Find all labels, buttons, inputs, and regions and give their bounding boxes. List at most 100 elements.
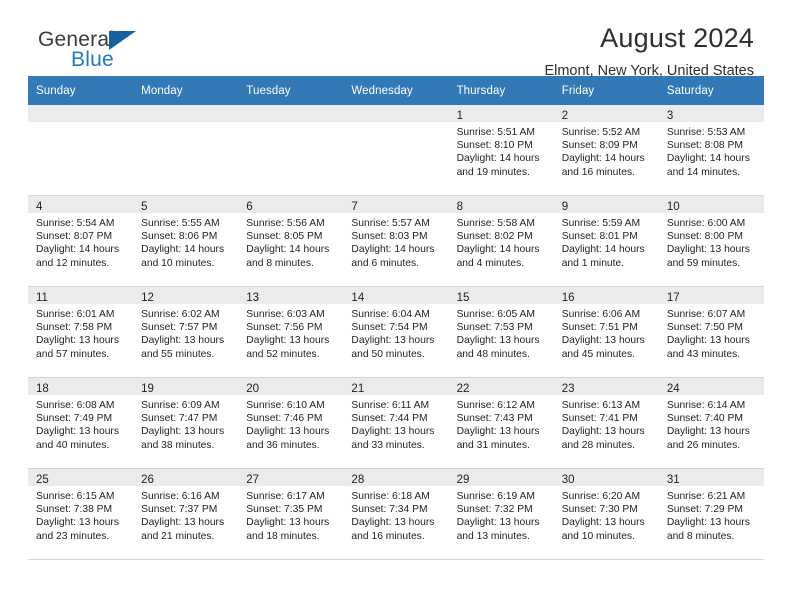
day-cell-content: 13 Sunrise: 6:03 AM Sunset: 7:56 PM Dayligh… [238,287,344,377]
calendar-day-cell[interactable]: 18 Sunrise: 6:08 AM Sunset: 7:49 PM Dayligh… [28,377,134,469]
day-event-line: Sunrise: 6:03 AM [246,309,325,320]
day-event-line: Daylight: 13 hours [666,426,750,438]
calendar-day-cell[interactable]: 17 Sunrise: 6:07 AM Sunset: 7:50 PM Dayligh… [658,286,764,378]
day-number-strip [343,105,449,122]
day-number-strip: 15 [448,287,554,304]
calendar-day-cell[interactable]: 1 Sunrise: 5:51 AM Sunset: 8:10 PM Daylight… [448,105,554,196]
day-cell-content [238,105,344,195]
day-cell-content: 1 Sunrise: 5:51 AM Sunset: 8:10 PM Daylight… [448,105,554,195]
day-event-line: and 4 minutes. [456,257,525,269]
day-event-line: Sunset: 8:09 PM [561,140,638,152]
calendar-day-cell[interactable]: 8 Sunrise: 5:58 AM Sunset: 8:02 PM Daylight… [448,195,554,287]
day-number-strip: 13 [238,287,344,304]
day-event-line: and 26 minutes. [666,439,741,451]
calendar-day-cell[interactable]: 5 Sunrise: 5:55 AM Sunset: 8:06 PM Daylight… [133,195,239,287]
day-number-strip: 22 [448,378,554,395]
day-event-line: Sunrise: 5:54 AM [36,218,115,229]
calendar-day-cell[interactable]: 31 Sunrise: 6:21 AM Sunset: 7:29 PM Dayligh… [658,468,764,560]
day-event-line: Daylight: 13 hours [141,426,225,438]
calendar-day-cell[interactable] [133,105,239,196]
day-events: Sunrise: 6:17 AM Sunset: 7:35 PM Daylight:… [238,486,343,543]
day-event-line: and 59 minutes. [666,257,741,269]
day-event-line: and 45 minutes. [561,348,635,360]
day-event-line: Daylight: 14 hours [246,244,330,256]
day-cell-content: 10 Sunrise: 6:00 AM Sunset: 8:00 PM Dayligh… [658,196,764,286]
day-event-line: Sunrise: 6:10 AM [246,400,325,411]
calendar-day-cell[interactable]: 11 Sunrise: 6:01 AM Sunset: 7:58 PM Dayligh… [28,286,134,378]
calendar-week-row: 4 Sunrise: 5:54 AM Sunset: 8:07 PM Daylight… [28,195,764,287]
calendar-day-cell[interactable]: 27 Sunrise: 6:17 AM Sunset: 7:35 PM Dayligh… [238,468,344,560]
calendar-day-cell[interactable] [28,105,134,196]
day-number-strip: 24 [658,378,764,395]
day-event-line: Sunrise: 6:18 AM [351,491,430,502]
day-number-strip: 27 [238,469,344,486]
calendar-day-cell[interactable]: 22 Sunrise: 6:12 AM Sunset: 7:43 PM Dayligh… [448,377,554,469]
day-event-line: Sunset: 8:05 PM [246,231,323,243]
weekday-sunday: Sunday [28,76,134,105]
day-event-line: Sunset: 7:50 PM [666,322,743,334]
calendar-day-cell[interactable]: 30 Sunrise: 6:20 AM Sunset: 7:30 PM Dayligh… [553,468,659,560]
calendar-day-cell[interactable]: 26 Sunrise: 6:16 AM Sunset: 7:37 PM Dayligh… [133,468,239,560]
day-event-line: Daylight: 13 hours [246,426,330,438]
day-number: 10 [666,201,680,213]
day-events: Sunrise: 6:08 AM Sunset: 7:49 PM Daylight:… [28,395,133,452]
calendar-day-cell[interactable]: 19 Sunrise: 6:09 AM Sunset: 7:47 PM Dayligh… [133,377,239,469]
calendar-day-cell[interactable]: 2 Sunrise: 5:52 AM Sunset: 8:09 PM Daylight… [553,105,659,196]
day-event-line: and 48 minutes. [456,348,530,360]
day-event-line: Daylight: 13 hours [141,517,225,529]
day-events: Sunrise: 5:57 AM Sunset: 8:03 PM Daylight:… [343,213,448,270]
calendar-day-cell[interactable]: 12 Sunrise: 6:02 AM Sunset: 7:57 PM Dayligh… [133,286,239,378]
day-cell-content: 18 Sunrise: 6:08 AM Sunset: 7:49 PM Dayligh… [28,378,134,468]
day-events: Sunrise: 6:04 AM Sunset: 7:54 PM Daylight:… [343,304,448,361]
calendar-day-cell[interactable]: 20 Sunrise: 6:10 AM Sunset: 7:46 PM Dayligh… [238,377,344,469]
brand-logo[interactable]: General Blue [38,28,238,76]
day-event-line: and 16 minutes. [561,166,635,178]
calendar-day-cell[interactable]: 24 Sunrise: 6:14 AM Sunset: 7:40 PM Dayligh… [658,377,764,469]
day-events: Sunrise: 6:02 AM Sunset: 7:57 PM Daylight:… [133,304,238,361]
day-event-line: Sunrise: 5:59 AM [561,218,641,229]
day-number: 3 [666,110,674,122]
day-number: 17 [666,292,680,304]
day-events: Sunrise: 6:13 AM Sunset: 7:41 PM Daylight:… [554,395,659,452]
calendar-day-cell[interactable] [238,105,344,196]
calendar-day-cell[interactable]: 15 Sunrise: 6:05 AM Sunset: 7:53 PM Dayligh… [448,286,554,378]
day-cell-content: 23 Sunrise: 6:13 AM Sunset: 7:41 PM Dayligh… [553,378,659,468]
calendar-day-cell[interactable]: 21 Sunrise: 6:11 AM Sunset: 7:44 PM Dayligh… [343,377,449,469]
calendar-day-cell[interactable]: 14 Sunrise: 6:04 AM Sunset: 7:54 PM Dayligh… [343,286,449,378]
day-event-line: and 8 minutes. [246,257,314,269]
day-event-line: Sunrise: 5:51 AM [456,127,535,138]
day-number: 20 [246,383,260,395]
day-number: 26 [141,474,154,486]
calendar-day-cell[interactable]: 29 Sunrise: 6:19 AM Sunset: 7:32 PM Dayligh… [448,468,554,560]
day-number-strip: 9 [553,196,659,213]
day-cell-content: 9 Sunrise: 5:59 AM Sunset: 8:01 PM Daylight… [553,196,659,286]
calendar-day-cell[interactable]: 3 Sunrise: 5:53 AM Sunset: 8:08 PM Daylight… [658,105,764,196]
calendar-day-cell[interactable]: 10 Sunrise: 6:00 AM Sunset: 8:00 PM Dayligh… [658,195,764,287]
day-cell-content: 28 Sunrise: 6:18 AM Sunset: 7:34 PM Dayligh… [343,469,449,559]
day-cell-content: 17 Sunrise: 6:07 AM Sunset: 7:50 PM Dayligh… [658,287,764,377]
calendar-day-cell[interactable]: 6 Sunrise: 5:56 AM Sunset: 8:05 PM Daylight… [238,195,344,287]
calendar-day-cell[interactable]: 23 Sunrise: 6:13 AM Sunset: 7:41 PM Dayligh… [553,377,659,469]
day-event-line: Sunrise: 6:08 AM [36,400,115,411]
day-number: 7 [351,201,358,213]
calendar-day-cell[interactable]: 7 Sunrise: 5:57 AM Sunset: 8:03 PM Daylight… [343,195,449,287]
calendar-day-cell[interactable]: 25 Sunrise: 6:15 AM Sunset: 7:38 PM Dayligh… [28,468,134,560]
calendar-day-cell[interactable]: 16 Sunrise: 6:06 AM Sunset: 7:51 PM Dayligh… [553,286,659,378]
calendar-day-cell[interactable]: 28 Sunrise: 6:18 AM Sunset: 7:34 PM Dayligh… [343,468,449,560]
day-number-strip: 3 [658,105,764,122]
day-events: Sunrise: 6:00 AM Sunset: 8:00 PM Daylight:… [659,213,764,270]
day-event-line: and 10 minutes. [561,530,635,542]
day-events: Sunrise: 6:06 AM Sunset: 7:51 PM Daylight:… [554,304,659,361]
day-events: Sunrise: 5:54 AM Sunset: 8:07 PM Daylight:… [28,213,133,270]
day-event-line: Sunrise: 6:15 AM [36,491,115,502]
day-event-line: and 52 minutes. [246,348,320,360]
day-event-line: and 10 minutes. [141,257,215,269]
calendar-day-cell[interactable]: 4 Sunrise: 5:54 AM Sunset: 8:07 PM Daylight… [28,195,134,287]
day-event-line: Sunset: 7:40 PM [666,413,743,425]
calendar-day-cell[interactable]: 13 Sunrise: 6:03 AM Sunset: 7:56 PM Dayligh… [238,286,344,378]
day-event-line: Sunset: 8:08 PM [666,140,743,152]
calendar-day-cell[interactable]: 9 Sunrise: 5:59 AM Sunset: 8:01 PM Daylight… [553,195,659,287]
day-number-strip: 1 [448,105,554,122]
calendar-day-cell[interactable] [343,105,449,196]
day-event-line: Sunset: 7:44 PM [351,413,428,425]
